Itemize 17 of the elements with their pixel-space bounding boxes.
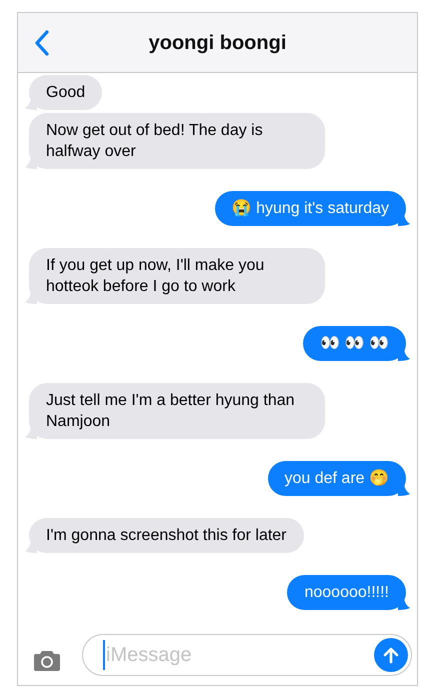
message-field[interactable]: iMessage: [82, 634, 412, 676]
chat-title: yoongi boongi: [148, 30, 286, 56]
received-message: If you get up now, I'll make you hotteok before I go to work: [29, 248, 325, 304]
received-message: Now get out of bed! The day is halfway over: [29, 113, 325, 169]
received-message: Just tell me I'm a better hyung than Namjoon: [29, 383, 325, 439]
sent-message: 👀 👀 👀: [303, 326, 406, 361]
received-message: Good: [29, 75, 102, 110]
chevron-left-icon: [34, 28, 50, 56]
sent-message: 😭 hyung it's saturday: [214, 191, 406, 226]
camera-icon: [34, 649, 60, 671]
sent-message: noooooo!!!!!: [287, 575, 406, 610]
arrow-up-icon: [383, 646, 399, 664]
send-button[interactable]: [374, 638, 408, 672]
sent-message: you def are 🤭: [268, 461, 406, 496]
camera-button[interactable]: [34, 649, 60, 671]
message-input[interactable]: iMessage: [103, 640, 374, 670]
received-message: I'm gonna screenshot this for later: [29, 518, 304, 553]
